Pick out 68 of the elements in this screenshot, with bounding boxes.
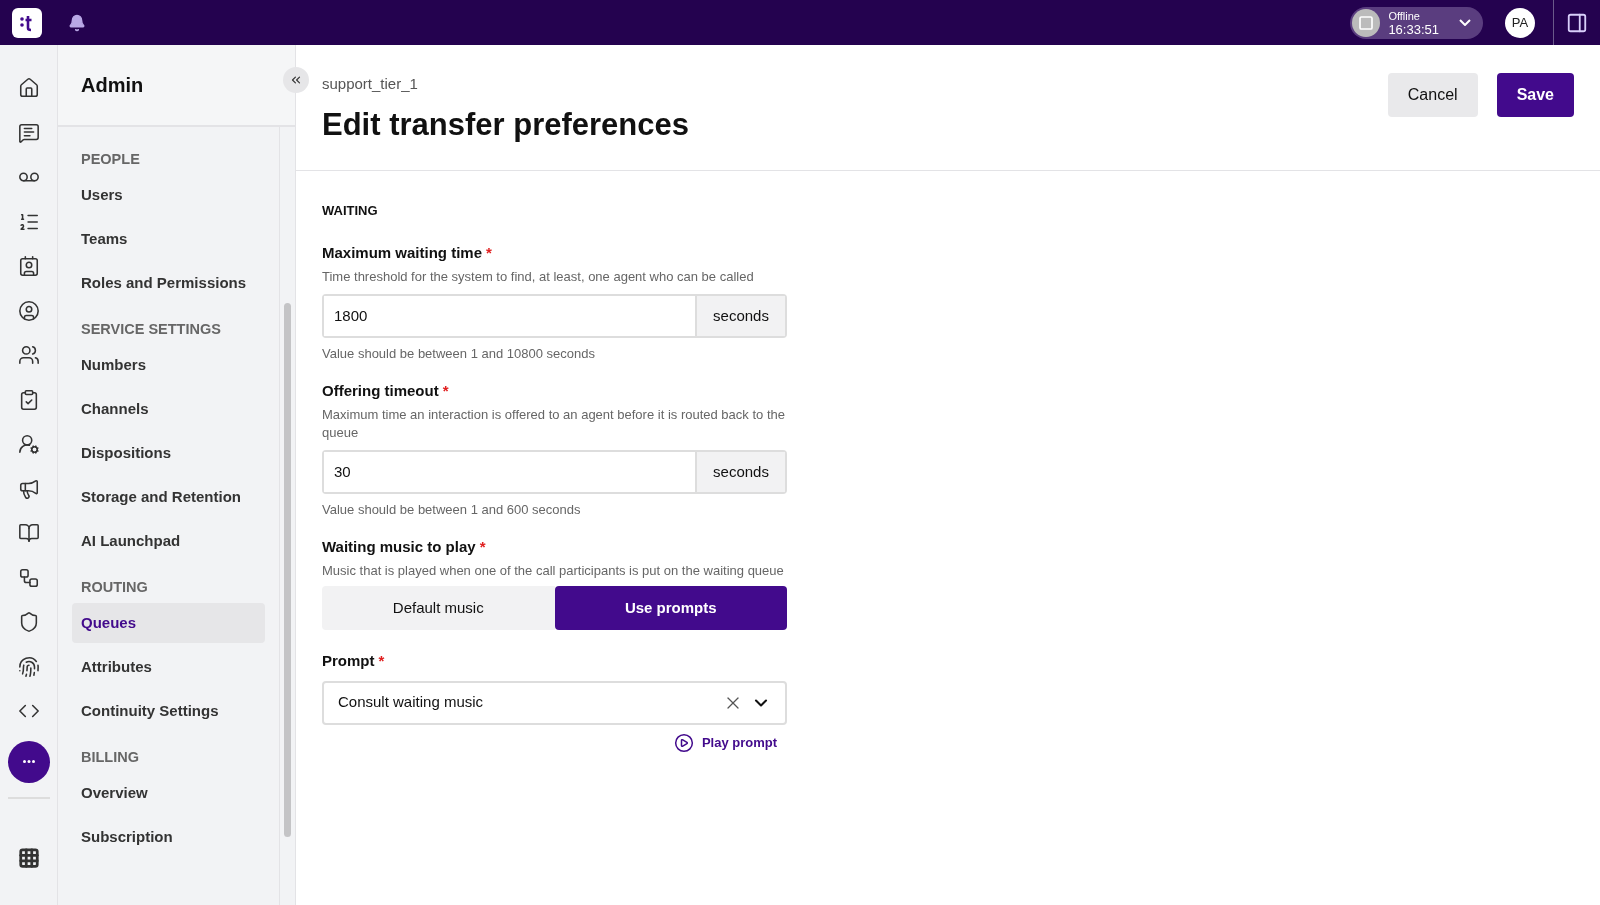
nav-item[interactable]: AI Launchpad [72,521,265,561]
toggle-option[interactable]: Use prompts [554,586,787,630]
prompt-select[interactable]: Consult waiting music [322,680,787,725]
nav-item[interactable]: Users [72,175,265,215]
panel-toggle-icon[interactable] [1566,11,1588,34]
user-circle-icon[interactable] [17,299,40,322]
bell-icon[interactable] [68,13,86,32]
field-hint: Value should be between 1 and 600 seconds [322,501,582,519]
flow-icon[interactable] [17,566,40,589]
nav-item[interactable]: Dispositions [72,433,265,473]
user-avatar[interactable]: PA [1505,7,1535,38]
page-title: Edit transfer preferences [322,105,689,144]
app-grid-icon[interactable] [17,847,40,869]
toggle-option[interactable]: Default music [322,586,555,630]
field-hint: Value should be between 1 and 10800 seconds [322,345,596,363]
cancel-button[interactable]: Cancel [1387,73,1478,117]
contact-book-icon[interactable] [17,255,40,277]
required-asterisk: * [442,380,449,401]
chevron-down-icon [1459,19,1471,26]
status-label: Offline [1388,9,1421,23]
collapse-button[interactable] [283,67,309,93]
field-label: Prompt [322,651,375,671]
section-heading: WAITING [322,202,379,220]
collapse-icon [289,73,303,87]
status-dropdown[interactable]: Offline 16:33:51 [1350,6,1483,39]
field-description: Time threshold for the system to find, at least, one agent who can be called [322,268,755,286]
nav-item[interactable]: Channels [72,389,265,429]
book-icon[interactable] [17,522,40,544]
required-asterisk: * [479,536,486,557]
scrollbar-thumb[interactable] [284,303,291,837]
field-label: Waiting music to play [322,536,476,557]
play-icon [673,732,694,753]
field-label: Offering timeout [322,380,439,401]
status-timer: 16:33:51 [1388,22,1439,36]
field-label: Maximum waiting time [322,242,483,263]
nav-item[interactable]: Continuity Settings [72,691,265,731]
nav-item[interactable]: Overview [72,773,265,813]
stop-icon [1358,14,1375,31]
section-heading: BILLING [80,748,140,767]
ellipsis-icon [22,760,35,763]
field-description: Music that is played when one of the call participants is put on the waiting queue [322,562,785,580]
save-button[interactable]: Save [1496,73,1574,117]
nav-item[interactable]: Storage and Retention [72,477,265,517]
people-icon[interactable] [17,344,40,366]
unit-label: seconds [695,296,785,336]
nav-item[interactable]: Queues [72,603,265,643]
more-button[interactable] [7,740,50,783]
required-asterisk: * [486,242,492,263]
app-logo-icon[interactable] [12,7,42,38]
nav-item[interactable]: Attributes [72,647,265,687]
megaphone-icon[interactable] [17,477,40,500]
nav-item[interactable]: Subscription [72,817,265,857]
play-prompt-link[interactable]: Play prompt [673,732,777,753]
unit-label: seconds [695,452,785,492]
section-heading: PEOPLE [80,150,141,169]
breadcrumb: support_tier_1 [322,74,419,94]
field-description: Maximum time an interaction is offered to an agent before it is routed back to the queue [322,406,786,442]
section-heading: SERVICE SETTINGS [80,320,222,339]
number-field[interactable]: 30 seconds [322,450,787,494]
home-icon[interactable] [17,77,40,99]
required-asterisk: * [378,651,385,671]
nav-item[interactable]: Numbers [72,345,265,385]
section-heading: ROUTING [80,578,149,597]
fingerprint-icon[interactable] [17,655,40,678]
number-field[interactable]: 1800 seconds [322,294,787,338]
sidebar-title: Admin [81,73,144,98]
nav-item[interactable]: Roles and Permissions [72,263,265,303]
nav-item[interactable]: Teams [72,219,265,259]
